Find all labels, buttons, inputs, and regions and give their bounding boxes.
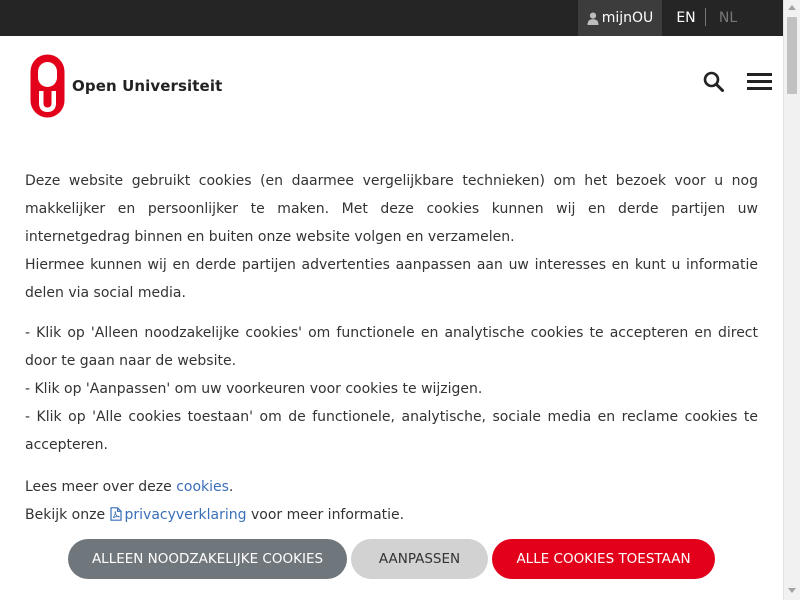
cookie-intro-paragraph-1: Deze website gebruikt cookies (en daarme… xyxy=(25,173,758,245)
language-en[interactable]: EN xyxy=(668,0,704,36)
search-icon xyxy=(703,71,724,92)
mijnou-label: mijnOU xyxy=(601,10,654,26)
cookies-link[interactable]: cookies xyxy=(176,479,229,495)
necessary-cookies-button[interactable]: ALLEEN NOODZAKELIJKE COOKIES xyxy=(68,539,347,579)
logo-text: Open Universiteit xyxy=(72,77,223,95)
customize-cookies-button[interactable]: AANPASSEN xyxy=(351,539,488,579)
top-bar: mijnOU EN NL xyxy=(0,0,783,36)
cookie-option-customize: - Klik op 'Aanpassen' om uw voorkeuren v… xyxy=(25,381,483,397)
ou-logo-mark xyxy=(30,54,65,118)
ou-logo[interactable]: Open Universiteit xyxy=(29,53,222,119)
accept-all-cookies-button[interactable]: ALLE COOKIES TOESTAAN xyxy=(492,539,715,579)
cookie-intro-paragraph-2: Hiermee kunnen wij en derde partijen adv… xyxy=(25,257,758,301)
scroll-down-arrow-icon[interactable] xyxy=(788,588,796,593)
cookie-option-necessary: - Klik op 'Alleen noodzakelijke cookies'… xyxy=(25,325,758,369)
cookie-notice-text: Deze website gebruikt cookies (en daarme… xyxy=(25,167,758,529)
user-icon xyxy=(587,12,599,25)
privacy-line: Bekijk onze privacyverklaring voor meer … xyxy=(25,507,405,523)
cookie-option-accept: - Klik op 'Alle cookies toestaan' om de … xyxy=(25,409,758,453)
search-button[interactable] xyxy=(703,71,725,93)
menu-button[interactable] xyxy=(747,72,773,92)
scroll-thumb[interactable] xyxy=(787,17,797,94)
hamburger-menu-icon xyxy=(747,73,772,76)
mijnou-account-link[interactable]: mijnOU xyxy=(578,0,662,36)
pdf-file-icon xyxy=(109,507,122,521)
language-divider xyxy=(705,8,706,26)
language-nl[interactable]: NL xyxy=(710,0,746,36)
read-more-line: Lees meer over deze cookies. xyxy=(25,479,234,495)
vertical-scrollbar[interactable] xyxy=(783,0,800,600)
scroll-up-arrow-icon[interactable] xyxy=(788,5,796,10)
privacy-statement-link[interactable]: privacyverklaring xyxy=(125,507,247,523)
